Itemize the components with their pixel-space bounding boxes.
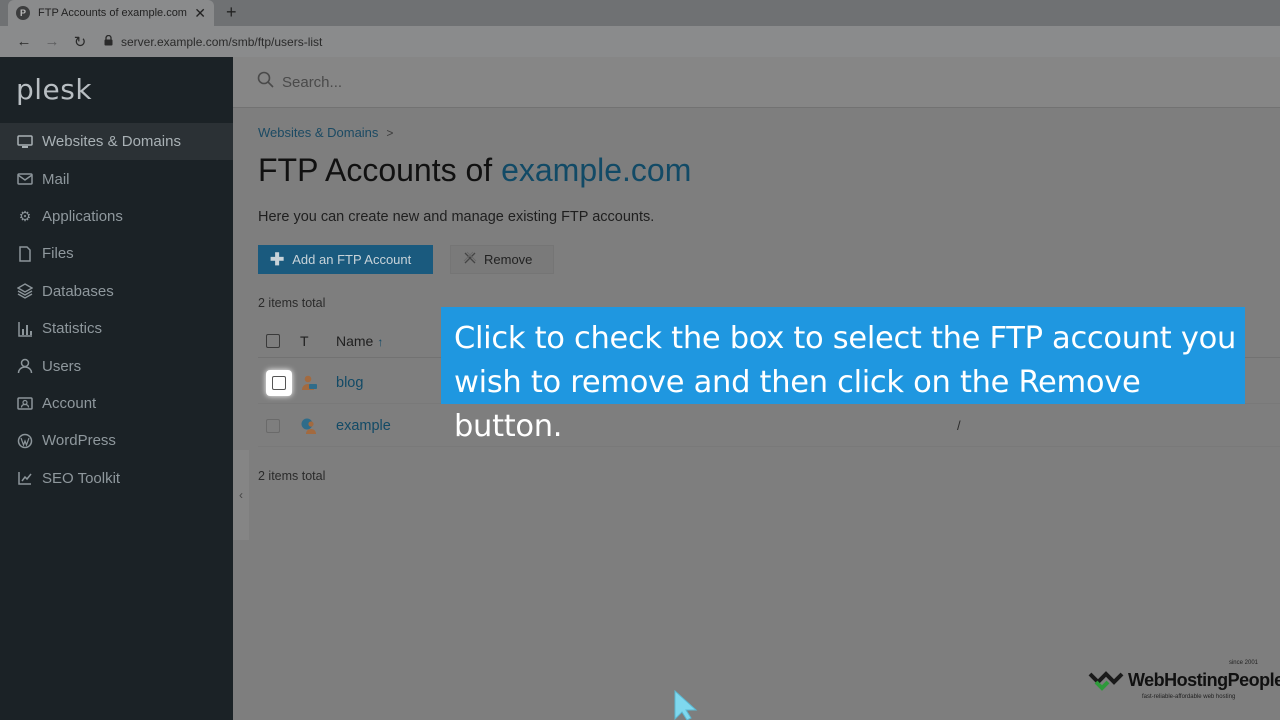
items-total-top: 2 items total xyxy=(258,296,326,310)
remove-x-icon xyxy=(463,251,477,269)
sidebar-item-applications[interactable]: ⚙ Applications xyxy=(0,198,233,235)
plesk-logo[interactable]: plesk xyxy=(16,73,92,106)
sidebar-item-label: Account xyxy=(42,394,97,412)
page-title-domain-link[interactable]: example.com xyxy=(501,152,691,188)
sidebar-menu: Websites & Domains Mail ⚙ Applications F… xyxy=(0,123,233,497)
page-title-prefix: FTP Accounts of xyxy=(258,152,502,188)
add-ftp-account-button[interactable]: ✚ Add an FTP Account xyxy=(258,245,433,274)
mouse-cursor-icon xyxy=(674,689,698,720)
external-chart-icon xyxy=(16,469,34,487)
sort-ascending-icon: ↑ xyxy=(377,334,384,349)
bar-chart-icon xyxy=(16,320,34,338)
ftp-account-link-example[interactable]: example xyxy=(336,418,391,434)
file-icon xyxy=(16,245,34,263)
row-checkbox-blog[interactable] xyxy=(266,369,292,396)
sidebar-item-seo-toolkit[interactable]: SEO Toolkit xyxy=(0,460,233,497)
watermark-tagline: fast-reliable-affordable web hosting xyxy=(1142,694,1236,700)
user-icon xyxy=(16,357,34,375)
new-tab-icon[interactable]: + xyxy=(226,2,237,22)
sidebar-item-label: WordPress xyxy=(42,432,116,450)
search-icon xyxy=(257,71,274,93)
page-description: Here you can create new and manage exist… xyxy=(258,209,655,225)
items-total-bottom: 2 items total xyxy=(258,469,326,483)
id-card-icon xyxy=(16,394,34,412)
browser-tab[interactable]: P FTP Accounts of example.com - ✕ xyxy=(8,0,214,26)
webhostingpeople-watermark: since 2001 WebHostingPeople fast-reliabl… xyxy=(1088,660,1280,704)
sidebar-item-mail[interactable]: Mail xyxy=(0,160,233,197)
chevron-left-icon: ‹ xyxy=(239,488,243,502)
sidebar-item-label: SEO Toolkit xyxy=(42,469,121,487)
sidebar-item-label: Databases xyxy=(42,282,114,300)
sidebar-item-label: Mail xyxy=(42,170,70,188)
browser-tabbar: P FTP Accounts of example.com - ✕ + xyxy=(0,0,1280,26)
search-input[interactable] xyxy=(282,73,582,91)
watermark-since: since 2001 xyxy=(1228,660,1258,666)
webhostingpeople-logo-icon xyxy=(1088,668,1124,694)
ftp-account-link-blog[interactable]: blog xyxy=(336,375,363,391)
reload-icon[interactable]: ↻ xyxy=(66,33,94,51)
breadcrumb-websites-domains[interactable]: Websites & Domains xyxy=(258,125,378,140)
sidebar-item-websites-domains[interactable]: Websites & Domains xyxy=(0,123,233,161)
tooltip-line-1: Click to check the box to select the FTP… xyxy=(454,321,1237,356)
ftp-user-icon xyxy=(300,374,318,392)
sidebar-item-statistics[interactable]: Statistics xyxy=(0,310,233,347)
sidebar-item-label: Applications xyxy=(42,207,123,225)
browser-navbar: ← → ↻ server.example.com/smb/ftp/users-l… xyxy=(0,26,1280,57)
sidebar-item-label: Files xyxy=(42,245,74,263)
layers-icon xyxy=(16,282,34,300)
ftp-main-user-icon xyxy=(300,417,318,435)
remove-label: Remove xyxy=(484,252,533,267)
forward-arrow-icon[interactable]: → xyxy=(38,33,66,50)
page-title: FTP Accounts of example.com xyxy=(258,152,691,189)
column-header-name[interactable]: Name ↑ xyxy=(336,333,383,349)
sidebar-item-wordpress[interactable]: WordPress xyxy=(0,422,233,459)
tab-title: FTP Accounts of example.com - xyxy=(38,7,189,19)
tooltip-line-2: wish to remove and then click on the Rem… xyxy=(454,365,1141,444)
add-ftp-account-label: Add an FTP Account xyxy=(292,252,412,267)
monitor-icon xyxy=(16,133,34,151)
sidebar: plesk Websites & Domains Mail ⚙ Applicat… xyxy=(0,57,233,720)
top-search-bar xyxy=(233,57,1280,108)
breadcrumb: Websites & Domains > xyxy=(258,125,393,140)
sidebar-item-label: Users xyxy=(42,357,82,375)
watermark-name: WebHostingPeople xyxy=(1128,670,1280,690)
lock-icon[interactable] xyxy=(104,34,113,49)
back-arrow-icon[interactable]: ← xyxy=(10,33,38,50)
close-tab-icon[interactable]: ✕ xyxy=(194,6,206,20)
wordpress-icon xyxy=(16,432,34,450)
sidebar-item-databases[interactable]: Databases xyxy=(0,273,233,310)
sidebar-item-label: Statistics xyxy=(42,320,103,338)
chevron-right-icon: > xyxy=(386,125,394,140)
gear-icon: ⚙ xyxy=(18,207,32,224)
column-header-type[interactable]: T xyxy=(300,333,309,349)
plesk-favicon-icon: P xyxy=(16,6,30,20)
select-all-checkbox[interactable] xyxy=(266,333,280,348)
address-bar-url[interactable]: server.example.com/smb/ftp/users-list xyxy=(121,35,322,49)
sidebar-collapse-handle[interactable]: ‹ xyxy=(233,450,249,540)
column-header-name-label: Name xyxy=(336,332,374,349)
remove-button[interactable]: Remove xyxy=(450,245,554,274)
checkbox-box xyxy=(272,375,286,390)
sidebar-item-files[interactable]: Files xyxy=(0,235,233,272)
plus-icon: ✚ xyxy=(270,250,285,269)
sidebar-item-users[interactable]: Users xyxy=(0,347,233,384)
sidebar-item-account[interactable]: Account xyxy=(0,385,233,422)
row-checkbox-example[interactable] xyxy=(266,418,280,433)
mail-icon xyxy=(16,170,34,188)
tutorial-tooltip: Click to check the box to select the FTP… xyxy=(441,307,1245,444)
sidebar-item-label: Websites & Domains xyxy=(42,133,181,151)
